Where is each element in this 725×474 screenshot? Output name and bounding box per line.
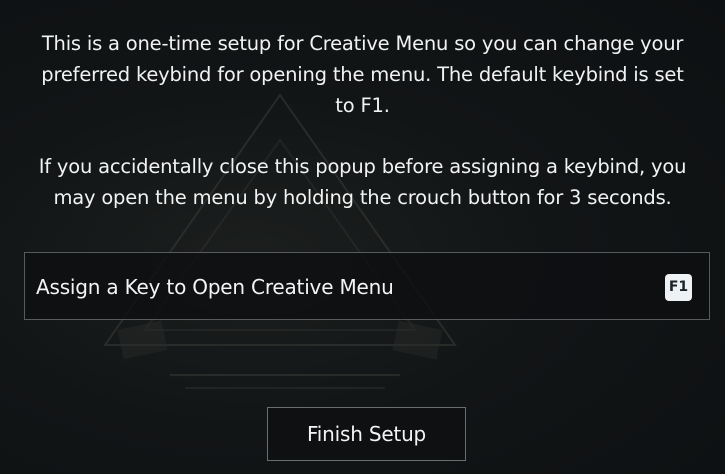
intro-paragraph-2: If you accidentally close this popup bef…: [20, 151, 705, 213]
assign-key-label: Assign a Key to Open Creative Menu: [36, 275, 394, 299]
finish-setup-button[interactable]: Finish Setup: [267, 407, 466, 461]
intro-paragraph-1: This is a one-time setup for Creative Me…: [20, 28, 705, 121]
assign-key-row[interactable]: Assign a Key to Open Creative Menu F1: [24, 252, 710, 320]
intro-line: may open the menu by holding the crouch …: [53, 186, 672, 209]
intro-line: If you accidentally close this popup bef…: [38, 155, 687, 178]
intro-line: This is a one-time setup for Creative Me…: [41, 32, 684, 55]
intro-line: to F1.: [335, 94, 390, 117]
keybind-value-badge[interactable]: F1: [665, 274, 692, 301]
intro-line: preferred keybind for opening the menu. …: [41, 63, 684, 86]
